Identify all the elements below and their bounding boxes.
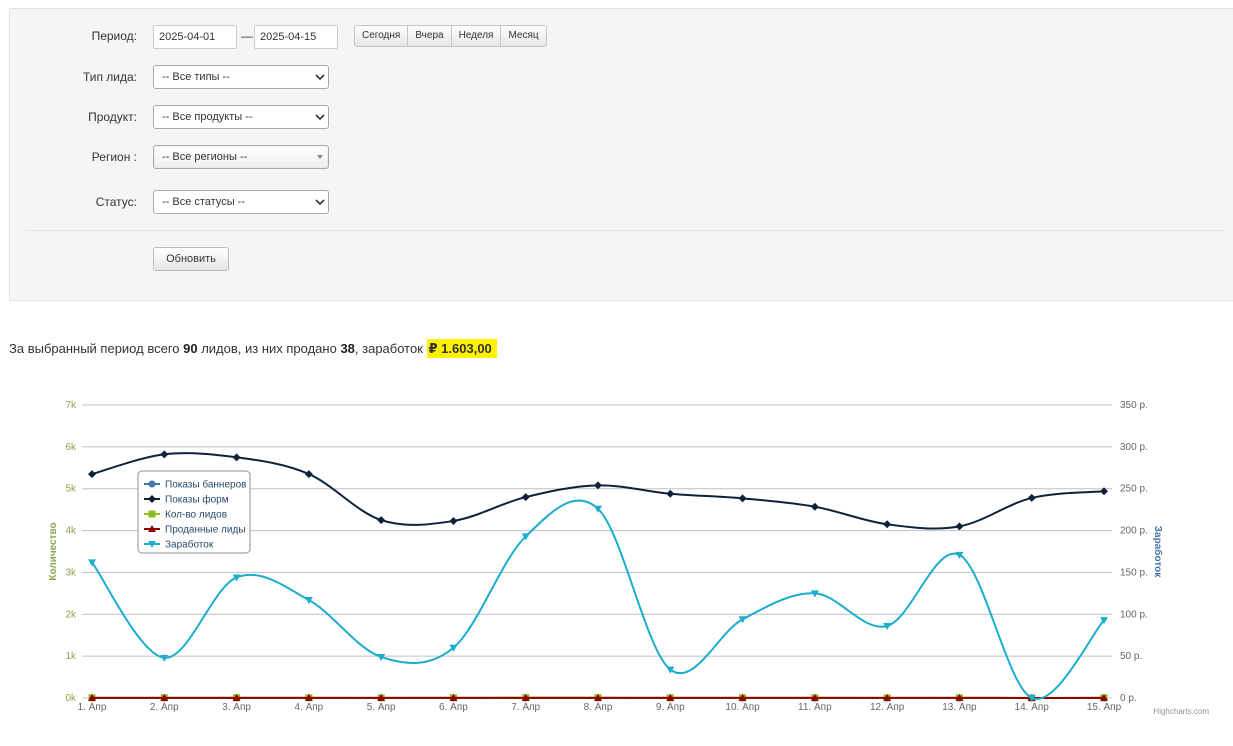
product-value: -- Все продукты -- — [162, 111, 253, 123]
region-select[interactable]: -- Все регионы -- — [153, 145, 329, 169]
date-separator: — — [241, 29, 253, 43]
y-right-tick-label: 0 р. — [1120, 693, 1137, 704]
y-left-tick-label: 3k — [65, 567, 77, 578]
region-value: -- Все регионы -- — [162, 151, 248, 163]
legend-item-label: Показы баннеров — [165, 479, 246, 491]
data-point — [160, 450, 169, 459]
x-tick-label: 5. Апр — [367, 702, 396, 713]
y-left-tick-label: 0k — [65, 693, 77, 704]
x-tick-label: 1. Апр — [78, 702, 107, 713]
y-left-tick-label: 6k — [65, 442, 77, 453]
legend-item-label: Заработок — [165, 539, 214, 551]
y-left-tick-label: 2k — [65, 609, 77, 620]
status-value: -- Все статусы -- — [162, 196, 246, 208]
chevron-down-icon — [315, 114, 325, 121]
summary-mid1: лидов, из них продано — [197, 341, 341, 356]
summary-text: За выбранный период всего 90 лидов, из н… — [9, 339, 497, 358]
y-right-tick-label: 350 р. — [1120, 400, 1148, 411]
lead-type-value: -- Все типы -- — [162, 71, 230, 83]
form-divider — [26, 230, 1226, 231]
y-left-tick-label: 7k — [65, 400, 77, 411]
summary-prefix: За выбранный период всего — [9, 341, 184, 356]
legend-item-label: Кол-во лидов — [165, 510, 227, 521]
data-point — [810, 502, 819, 511]
y-right-tick-label: 150 р. — [1120, 567, 1148, 578]
chart-credits: Highcharts.com — [1153, 707, 1209, 716]
lead-type-label: Тип лида: — [82, 70, 137, 84]
data-point — [449, 516, 458, 525]
legend-marker — [148, 480, 156, 488]
summary-mid2: , заработок — [354, 341, 427, 356]
data-point — [955, 522, 964, 531]
today-button[interactable]: Сегодня — [354, 25, 409, 47]
x-tick-label: 4. Апр — [294, 702, 323, 713]
period-label: Период: — [91, 29, 137, 43]
update-button[interactable]: Обновить — [153, 247, 229, 271]
y-right-tick-label: 250 р. — [1120, 484, 1148, 495]
week-button[interactable]: Неделя — [450, 25, 502, 47]
filter-panel: Период: 2025-04-01 — 2025-04-15 Сегодня … — [9, 8, 1233, 301]
data-point — [521, 493, 530, 502]
product-select[interactable]: -- Все продукты -- — [153, 105, 329, 129]
leads-chart: 0k 0 р. 1k 50 р. 2k 100 р. 3k 150 р. 4k 200 р. 5k 2… — [48, 400, 1209, 716]
x-tick-label: 2. Апр — [150, 702, 179, 713]
data-point — [88, 470, 96, 479]
x-tick-label: 12. Апр — [870, 702, 905, 713]
x-tick-label: 7. Апр — [511, 702, 540, 713]
x-tick-label: 3. Апр — [222, 702, 251, 713]
data-point — [232, 453, 241, 462]
lead-type-select[interactable]: -- Все типы -- — [153, 65, 329, 89]
date-from-input[interactable]: 2025-04-01 — [153, 25, 237, 49]
x-tick-label: 6. Апр — [439, 702, 468, 713]
chevron-down-icon — [315, 74, 325, 81]
x-tick-label: 15. Апр — [1087, 702, 1122, 713]
y-left-axis-title: Количество — [48, 522, 59, 580]
x-tick-label: 9. Апр — [656, 702, 685, 713]
x-tick-label: 11. Апр — [798, 702, 832, 713]
yesterday-button[interactable]: Вчера — [407, 25, 452, 47]
y-left-tick-label: 5k — [65, 484, 77, 495]
y-left-tick-label: 1k — [65, 651, 77, 662]
date-to-input[interactable]: 2025-04-15 — [254, 25, 338, 49]
x-tick-label: 8. Апр — [584, 702, 613, 713]
summary-sold: 38 — [340, 341, 355, 356]
quick-range-group: Сегодня Вчера Неделя Месяц — [354, 25, 547, 47]
y-right-tick-label: 100 р. — [1120, 609, 1148, 620]
x-tick-label: 14. Апр — [1015, 702, 1050, 713]
y-right-tick-label: 50 р. — [1120, 651, 1142, 662]
region-label: Регион : — [91, 150, 137, 164]
chevron-down-icon — [315, 199, 325, 206]
data-point — [666, 666, 675, 674]
data-point — [883, 520, 892, 529]
data-point — [594, 481, 602, 490]
month-button[interactable]: Месяц — [500, 25, 547, 47]
status-label: Статус: — [95, 195, 137, 209]
product-label: Продукт: — [88, 110, 137, 124]
data-point — [304, 470, 313, 479]
y-left-tick-label: 4k — [65, 526, 77, 537]
data-point — [738, 494, 747, 503]
y-right-tick-label: 300 р. — [1120, 442, 1148, 453]
summary-earnings: ₽ 1.603,00 — [426, 339, 497, 358]
data-point — [1027, 493, 1036, 502]
x-tick-label: 13. Апр — [942, 702, 977, 713]
summary-total-leads: 90 — [183, 341, 198, 356]
legend-marker — [148, 510, 156, 518]
caret-down-icon — [317, 155, 323, 159]
legend-item-label: Проданные лиды — [165, 525, 246, 536]
status-select[interactable]: -- Все статусы -- — [153, 190, 329, 214]
data-point — [377, 516, 386, 525]
y-right-axis-title: Заработок — [1152, 526, 1164, 578]
x-tick-label: 10. Апр — [725, 702, 760, 713]
legend-item-label: Показы форм — [165, 494, 229, 506]
y-right-tick-label: 200 р. — [1120, 526, 1148, 537]
data-point — [666, 489, 675, 498]
